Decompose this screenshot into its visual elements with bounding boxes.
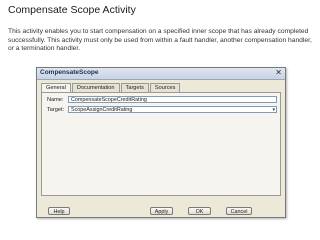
chevron-down-icon: ▾ bbox=[272, 107, 275, 113]
target-row: Target: ScopeAssignCreditRating ▾ bbox=[47, 106, 277, 114]
slide-body-text: This activity enables you to start compe… bbox=[8, 28, 312, 53]
tab-sources[interactable]: Sources bbox=[149, 83, 181, 92]
tab-documentation[interactable]: Documentation bbox=[71, 83, 120, 92]
target-select[interactable]: ScopeAssignCreditRating ▾ bbox=[68, 106, 277, 113]
compensate-scope-dialog: CompensateScope ✕ General Documentation … bbox=[36, 67, 286, 218]
dialog-titlebar: CompensateScope ✕ bbox=[37, 68, 285, 80]
ok-button[interactable]: OK bbox=[188, 207, 211, 215]
help-button[interactable]: Help bbox=[48, 207, 70, 215]
apply-button[interactable]: Apply bbox=[150, 207, 173, 215]
name-label: Name: bbox=[47, 97, 64, 103]
target-label: Target: bbox=[47, 107, 65, 113]
dialog-tabs: General Documentation Targets Sources bbox=[41, 83, 181, 92]
general-panel: Name: CompensateScopeCreditRating Target… bbox=[41, 92, 281, 196]
name-field[interactable]: CompensateScopeCreditRating bbox=[68, 96, 277, 103]
close-icon[interactable]: ✕ bbox=[275, 68, 282, 78]
name-row: Name: CompensateScopeCreditRating bbox=[47, 96, 277, 104]
target-value: ScopeAssignCreditRating bbox=[71, 107, 133, 113]
cancel-button[interactable]: Cancel bbox=[226, 207, 252, 215]
tab-targets[interactable]: Targets bbox=[120, 83, 149, 92]
tab-general[interactable]: General bbox=[41, 83, 71, 92]
slide-title: Compensate Scope Activity bbox=[8, 4, 136, 16]
dialog-title: CompensateScope bbox=[40, 69, 99, 76]
